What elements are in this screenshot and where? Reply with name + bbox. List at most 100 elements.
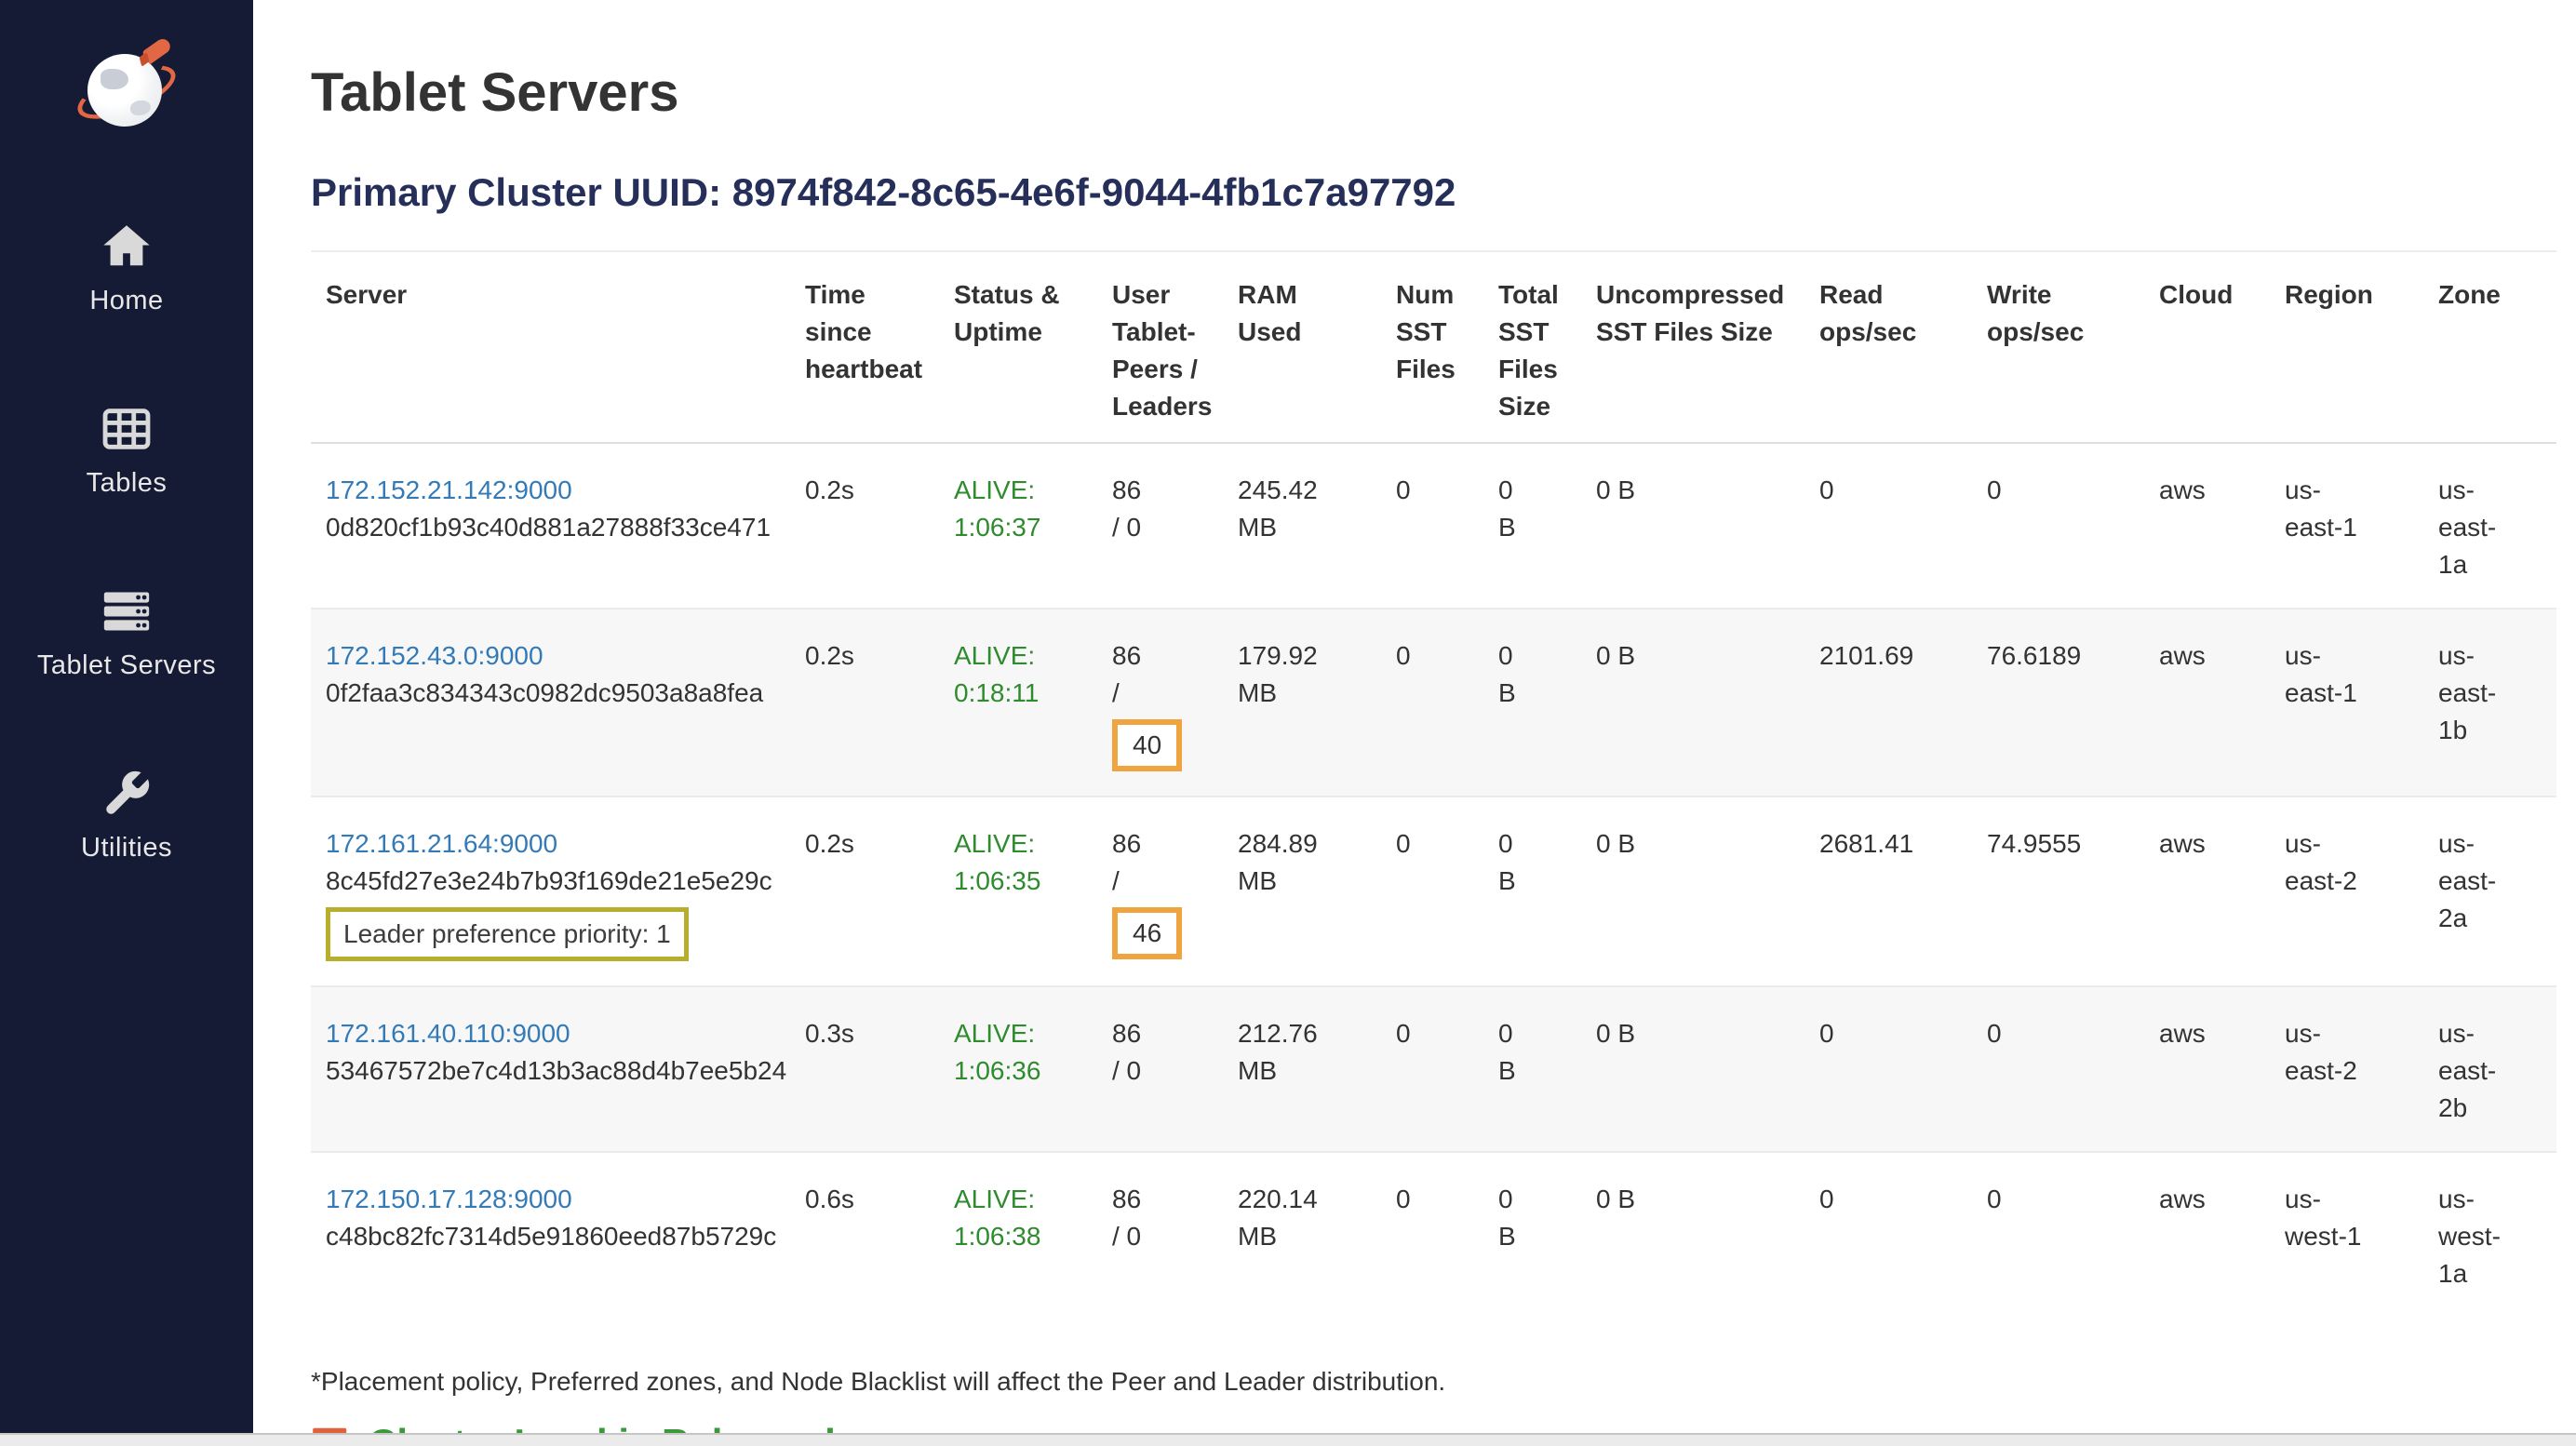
uncompressed-sst-cell: 0 B <box>1581 1152 1805 1317</box>
utilities-icon <box>100 767 154 825</box>
tablet-peers-leaders: 86 / <box>1112 637 1153 712</box>
server-uuid: 8c45fd27e3e24b7b93f169de21e5e29c <box>326 863 775 900</box>
tablet-servers-table: Server Time since heartbeat Status & Upt… <box>311 250 2556 1317</box>
status-uptime: ALIVE: 1:06:35 <box>954 825 1058 900</box>
num-sst-cell: 0 <box>1381 609 1483 797</box>
server-link[interactable]: 172.152.21.142:9000 <box>326 475 572 504</box>
peers-cell: 86 / 0 <box>1097 443 1223 609</box>
table-row: 172.161.21.64:9000 8c45fd27e3e24b7b93f16… <box>311 797 2556 986</box>
ram-cell: 179.92 MB <box>1223 609 1381 797</box>
column-header-peers: User Tablet-Peers / Leaders <box>1097 251 1223 443</box>
placement-policy-footnote: *Placement policy, Preferred zones, and … <box>311 1367 2548 1397</box>
zone: us-west-1a <box>2438 1181 2516 1292</box>
column-header-read-ops: Read ops/sec <box>1805 251 1972 443</box>
region: us-east-2 <box>2285 825 2363 900</box>
cloud-cell: aws <box>2144 609 2270 797</box>
heartbeat-cell: 0.6s <box>790 1152 939 1317</box>
sidebar-item-label: Tables <box>87 468 168 499</box>
sidebar-item-label: Tablet Servers <box>37 650 216 681</box>
sidebar-item-utilities[interactable]: Utilities <box>81 767 172 864</box>
peers-cell: 86 / 0 <box>1097 986 1223 1152</box>
num-sst-cell: 0 <box>1381 1152 1483 1317</box>
sidebar-item-tablet-servers[interactable]: Tablet Servers <box>37 584 216 681</box>
status-cell: ALIVE: 1:06:36 <box>939 986 1097 1152</box>
column-header-region: Region <box>2270 251 2423 443</box>
region-cell: us-west-1 <box>2270 1152 2423 1317</box>
server-link[interactable]: 172.161.40.110:9000 <box>326 1019 570 1048</box>
total-sst-size: 0 B <box>1498 472 1532 546</box>
status-uptime: ALIVE: 1:06:38 <box>954 1181 1058 1255</box>
total-sst-cell: 0 B <box>1483 986 1581 1152</box>
server-uuid: 0d820cf1b93c40d881a27888f33ce471 <box>326 509 775 546</box>
region-cell: us-east-1 <box>2270 443 2423 609</box>
write-ops-cell: 0 <box>1972 986 2144 1152</box>
region: us-east-1 <box>2285 637 2363 712</box>
cloud-cell: aws <box>2144 797 2270 986</box>
server-uuid: c48bc82fc7314d5e91860eed87b5729c <box>326 1218 775 1255</box>
write-ops-cell: 0 <box>1972 443 2144 609</box>
heartbeat-cell: 0.3s <box>790 986 939 1152</box>
sidebar-item-label: Utilities <box>81 833 172 864</box>
ram-cell: 245.42 MB <box>1223 443 1381 609</box>
column-header-server: Server <box>311 251 790 443</box>
heartbeat-cell: 0.2s <box>790 609 939 797</box>
ram-cell: 220.14 MB <box>1223 1152 1381 1317</box>
zone: us-east-1a <box>2438 472 2516 583</box>
region-cell: us-east-2 <box>2270 797 2423 986</box>
peers-cell: 86 / 0 <box>1097 1152 1223 1317</box>
sidebar-item-home[interactable]: Home <box>89 220 163 316</box>
primary-cluster-uuid-heading: Primary Cluster UUID: 8974f842-8c65-4e6f… <box>311 170 2548 215</box>
window-bottom-bar <box>0 1433 2576 1446</box>
zone-cell: us-west-1a <box>2423 1152 2556 1317</box>
zone-cell: us-east-1a <box>2423 443 2556 609</box>
server-cell: 172.152.43.0:9000 0f2faa3c834343c0982dc9… <box>311 609 790 797</box>
server-link[interactable]: 172.152.43.0:9000 <box>326 641 543 670</box>
total-sst-size: 0 B <box>1498 1015 1532 1090</box>
total-sst-cell: 0 B <box>1483 609 1581 797</box>
ram-used: 212.76 MB <box>1238 1015 1335 1090</box>
zone-cell: us-east-2b <box>2423 986 2556 1152</box>
region: us-east-1 <box>2285 472 2363 546</box>
column-header-zone: Zone <box>2423 251 2556 443</box>
sidebar-item-label: Home <box>89 286 163 316</box>
total-sst-size: 0 B <box>1498 637 1532 712</box>
ram-used: 245.42 MB <box>1238 472 1335 546</box>
cloud-cell: aws <box>2144 443 2270 609</box>
home-icon <box>100 220 154 278</box>
total-sst-size: 0 B <box>1498 1181 1532 1255</box>
server-cell: 172.152.21.142:9000 0d820cf1b93c40d881a2… <box>311 443 790 609</box>
leaders-highlight-badge: 46 <box>1112 907 1182 959</box>
region-cell: us-east-1 <box>2270 609 2423 797</box>
sidebar-item-tables[interactable]: Tables <box>87 402 168 499</box>
server-uuid: 53467572be7c4d13b3ac88d4b7ee5b24 <box>326 1052 775 1090</box>
tables-icon <box>100 402 154 461</box>
table-header-row: Server Time since heartbeat Status & Upt… <box>311 251 2556 443</box>
read-ops-cell: 2101.69 <box>1805 609 1972 797</box>
peers-cell: 86 / 40 <box>1097 609 1223 797</box>
tablet-peers-leaders: 86 / 0 <box>1112 1015 1153 1090</box>
status-uptime: ALIVE: 1:06:37 <box>954 472 1058 546</box>
server-cell: 172.150.17.128:9000 c48bc82fc7314d5e9186… <box>311 1152 790 1317</box>
cloud-cell: aws <box>2144 986 2270 1152</box>
server-link[interactable]: 172.161.21.64:9000 <box>326 829 557 858</box>
ram-cell: 284.89 MB <box>1223 797 1381 986</box>
heartbeat-cell: 0.2s <box>790 443 939 609</box>
yugabyte-logo-icon <box>80 45 173 134</box>
status-cell: ALIVE: 1:06:37 <box>939 443 1097 609</box>
zone-cell: us-east-1b <box>2423 609 2556 797</box>
read-ops-cell: 0 <box>1805 986 1972 1152</box>
total-sst-cell: 0 B <box>1483 1152 1581 1317</box>
table-row: 172.152.21.142:9000 0d820cf1b93c40d881a2… <box>311 443 2556 609</box>
region: us-west-1 <box>2285 1181 2363 1255</box>
status-cell: ALIVE: 1:06:38 <box>939 1152 1097 1317</box>
server-link[interactable]: 172.150.17.128:9000 <box>326 1185 572 1213</box>
region: us-east-2 <box>2285 1015 2363 1090</box>
total-sst-size: 0 B <box>1498 825 1532 900</box>
page-title: Tablet Servers <box>311 61 2548 124</box>
main-content: Tablet Servers Primary Cluster UUID: 897… <box>253 0 2576 1446</box>
table-row: 172.161.40.110:9000 53467572be7c4d13b3ac… <box>311 986 2556 1152</box>
column-header-total-sst: Total SST Files Size <box>1483 251 1581 443</box>
ram-used: 179.92 MB <box>1238 637 1335 712</box>
ram-cell: 212.76 MB <box>1223 986 1381 1152</box>
num-sst-cell: 0 <box>1381 797 1483 986</box>
